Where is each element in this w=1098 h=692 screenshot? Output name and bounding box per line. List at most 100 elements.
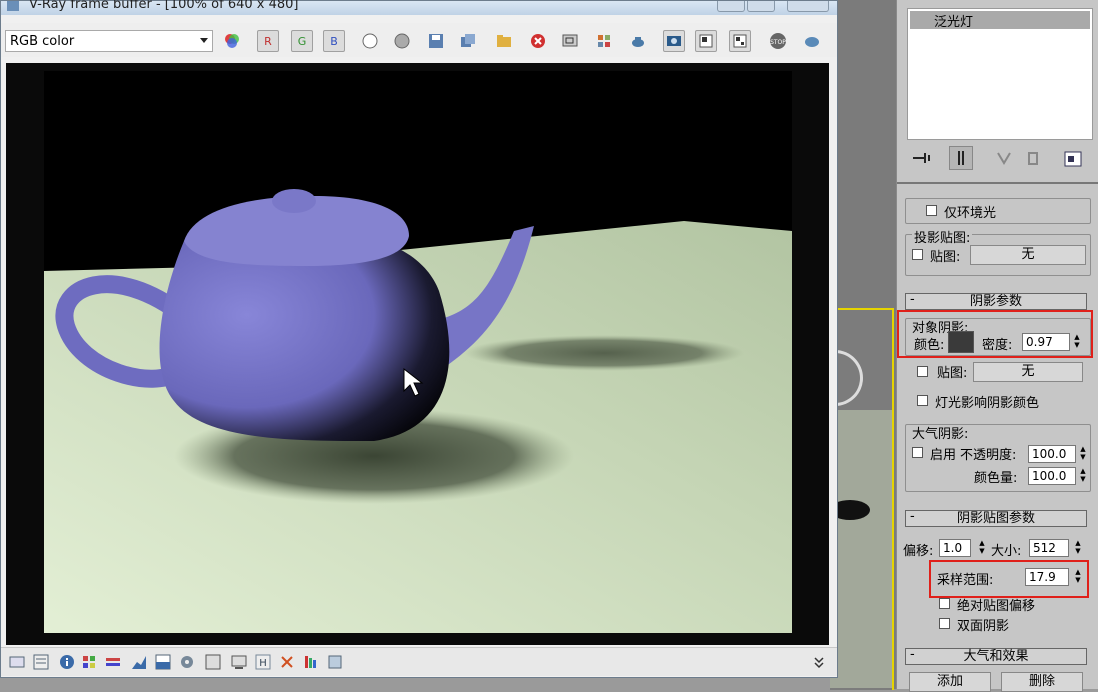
projector-map-button[interactable]: 无 [970,245,1086,265]
vfb-toolbar: RGB color R G B STOP [1,23,837,57]
light-affects-shadow-checkbox[interactable] [917,395,928,406]
add-button[interactable]: 添加 [909,672,991,692]
color-balance-button[interactable] [221,30,243,52]
link-icon[interactable] [279,654,295,670]
color-amount-field[interactable]: 100.0 [1028,467,1076,485]
shadow-map-params-rollout[interactable]: - 阴影贴图参数 [905,509,1087,527]
track-icon [598,35,610,47]
app-icon [7,1,19,11]
minimize-button[interactable] [717,1,745,12]
alpha-channel-button[interactable] [359,30,381,52]
bias-spinner-arrows[interactable]: ▲ ▼ [977,539,987,557]
size-label: 大小: [991,544,1022,559]
expand-chevron-icon[interactable] [811,654,827,670]
lut-button[interactable] [729,30,751,52]
maximize-button[interactable] [747,1,775,12]
info-icon[interactable] [59,654,75,670]
absolute-bias-checkbox[interactable] [939,598,950,609]
ambient-only-label: 仅环境光 [944,206,997,221]
flag-icon[interactable] [303,654,319,670]
clear-button[interactable] [527,30,549,52]
blue-channel-label: B [330,34,338,48]
svg-text:H: H [259,658,267,669]
light-list[interactable]: 泛光灯 [907,8,1093,140]
exposure-icon[interactable] [155,654,171,670]
histogram-icon[interactable] [231,654,247,670]
stop-icon: STOP [770,33,786,49]
ambient-only-group: 仅环境光 [905,198,1091,224]
highlight-object-shadows [897,310,1093,358]
levels-icon[interactable] [105,654,121,670]
save-button[interactable] [425,30,447,52]
h-icon[interactable]: H [255,654,271,670]
make-unique-icon[interactable] [995,150,1015,166]
shadow-map-label: 贴图: [937,366,968,381]
window-titlebar[interactable]: V-Ray frame buffer - [100% of 640 x 480] [1,0,837,15]
curves-icon[interactable] [131,654,147,670]
shadow-map-params-title: 阴影贴图参数 [956,511,1035,526]
track-mouse-button[interactable] [593,30,615,52]
list-item[interactable]: 泛光灯 [910,11,1090,30]
region-render-button[interactable] [559,30,581,52]
red-channel-button[interactable]: R [257,30,279,52]
configure-sets-icon[interactable] [1063,150,1083,168]
color-corrections-icon[interactable] [33,654,49,670]
panel-toggle-icon[interactable] [9,654,25,670]
render-last-button[interactable] [627,30,649,52]
color-amount-spinner-arrows[interactable]: ▲ ▼ [1078,467,1088,485]
size-field[interactable]: 512 [1029,539,1069,557]
red-channel-label: R [264,34,272,48]
grid-icon[interactable] [327,654,343,670]
close-button[interactable] [787,1,829,12]
open-button[interactable] [493,30,515,52]
show-end-result-button[interactable] [949,146,973,170]
blue-channel-button[interactable]: B [323,30,345,52]
settings-gear-icon[interactable] [179,654,195,670]
bias-field[interactable]: 1.0 [939,539,971,557]
rollout-collapse-icon: - [910,292,915,307]
mono-button[interactable] [391,30,413,52]
two-sided-shadows-checkbox[interactable] [939,618,950,629]
rollout-collapse-icon: - [910,509,915,524]
vfb-statusbar: H [1,647,837,676]
remove-modifier-icon[interactable] [1025,150,1041,166]
vray-frame-buffer-window[interactable]: V-Ray frame buffer - [100% of 640 x 480]… [0,0,838,678]
shadow-map-checkbox[interactable] [917,366,928,377]
channel-select[interactable]: RGB color [5,30,213,52]
pin-stack-icon[interactable] [911,150,931,166]
atmos-shadows-group: 大气阴影: 启用 不透明度: 100.0 ▲ ▼ 颜色量: 100.0 ▲ ▼ [905,424,1091,492]
two-sided-shadows-label: 双面阴影 [957,619,1010,634]
opacity-label: 不透明度: [960,448,1017,463]
atmos-shadows-group-label: 大气阴影: [912,427,969,442]
render-canvas[interactable] [6,63,829,645]
colors-icon[interactable] [81,654,97,670]
teapot-icon [632,37,644,47]
atmos-effects-rollout[interactable]: - 大气和效果 [905,647,1087,665]
opacity-field[interactable]: 100.0 [1028,445,1076,463]
size-spinner-arrows[interactable]: ▲ ▼ [1073,539,1083,557]
viewport-floor [830,410,892,688]
teapot-render-icon [805,37,819,47]
opacity-spinner-arrows[interactable]: ▲ ▼ [1078,445,1088,463]
history-button[interactable] [695,30,717,52]
render-button[interactable] [801,30,823,52]
svg-text:STOP: STOP [770,39,786,46]
delete-button[interactable]: 删除 [1001,672,1083,692]
shadow-params-rollout[interactable]: - 阴影参数 [905,292,1087,310]
save-icon [429,34,443,48]
projector-map-label: 贴图: [930,250,961,265]
shadow-map-button[interactable]: 无 [973,362,1083,382]
rendered-teapot-scene [44,189,792,633]
highlight-sample-range [929,560,1089,598]
compare-button[interactable] [663,30,685,52]
copy-button[interactable] [457,30,479,52]
projector-map-checkbox[interactable] [912,249,923,260]
stop-button[interactable]: STOP [767,30,789,52]
ambient-only-checkbox[interactable] [926,205,937,216]
stamp-icon[interactable] [205,654,221,670]
shadow-params-title: 阴影参数 [969,294,1022,309]
green-channel-button[interactable]: G [291,30,313,52]
green-channel-label: G [297,34,307,48]
bias-label: 偏移: [903,544,934,559]
atmos-enable-checkbox[interactable] [912,447,923,458]
